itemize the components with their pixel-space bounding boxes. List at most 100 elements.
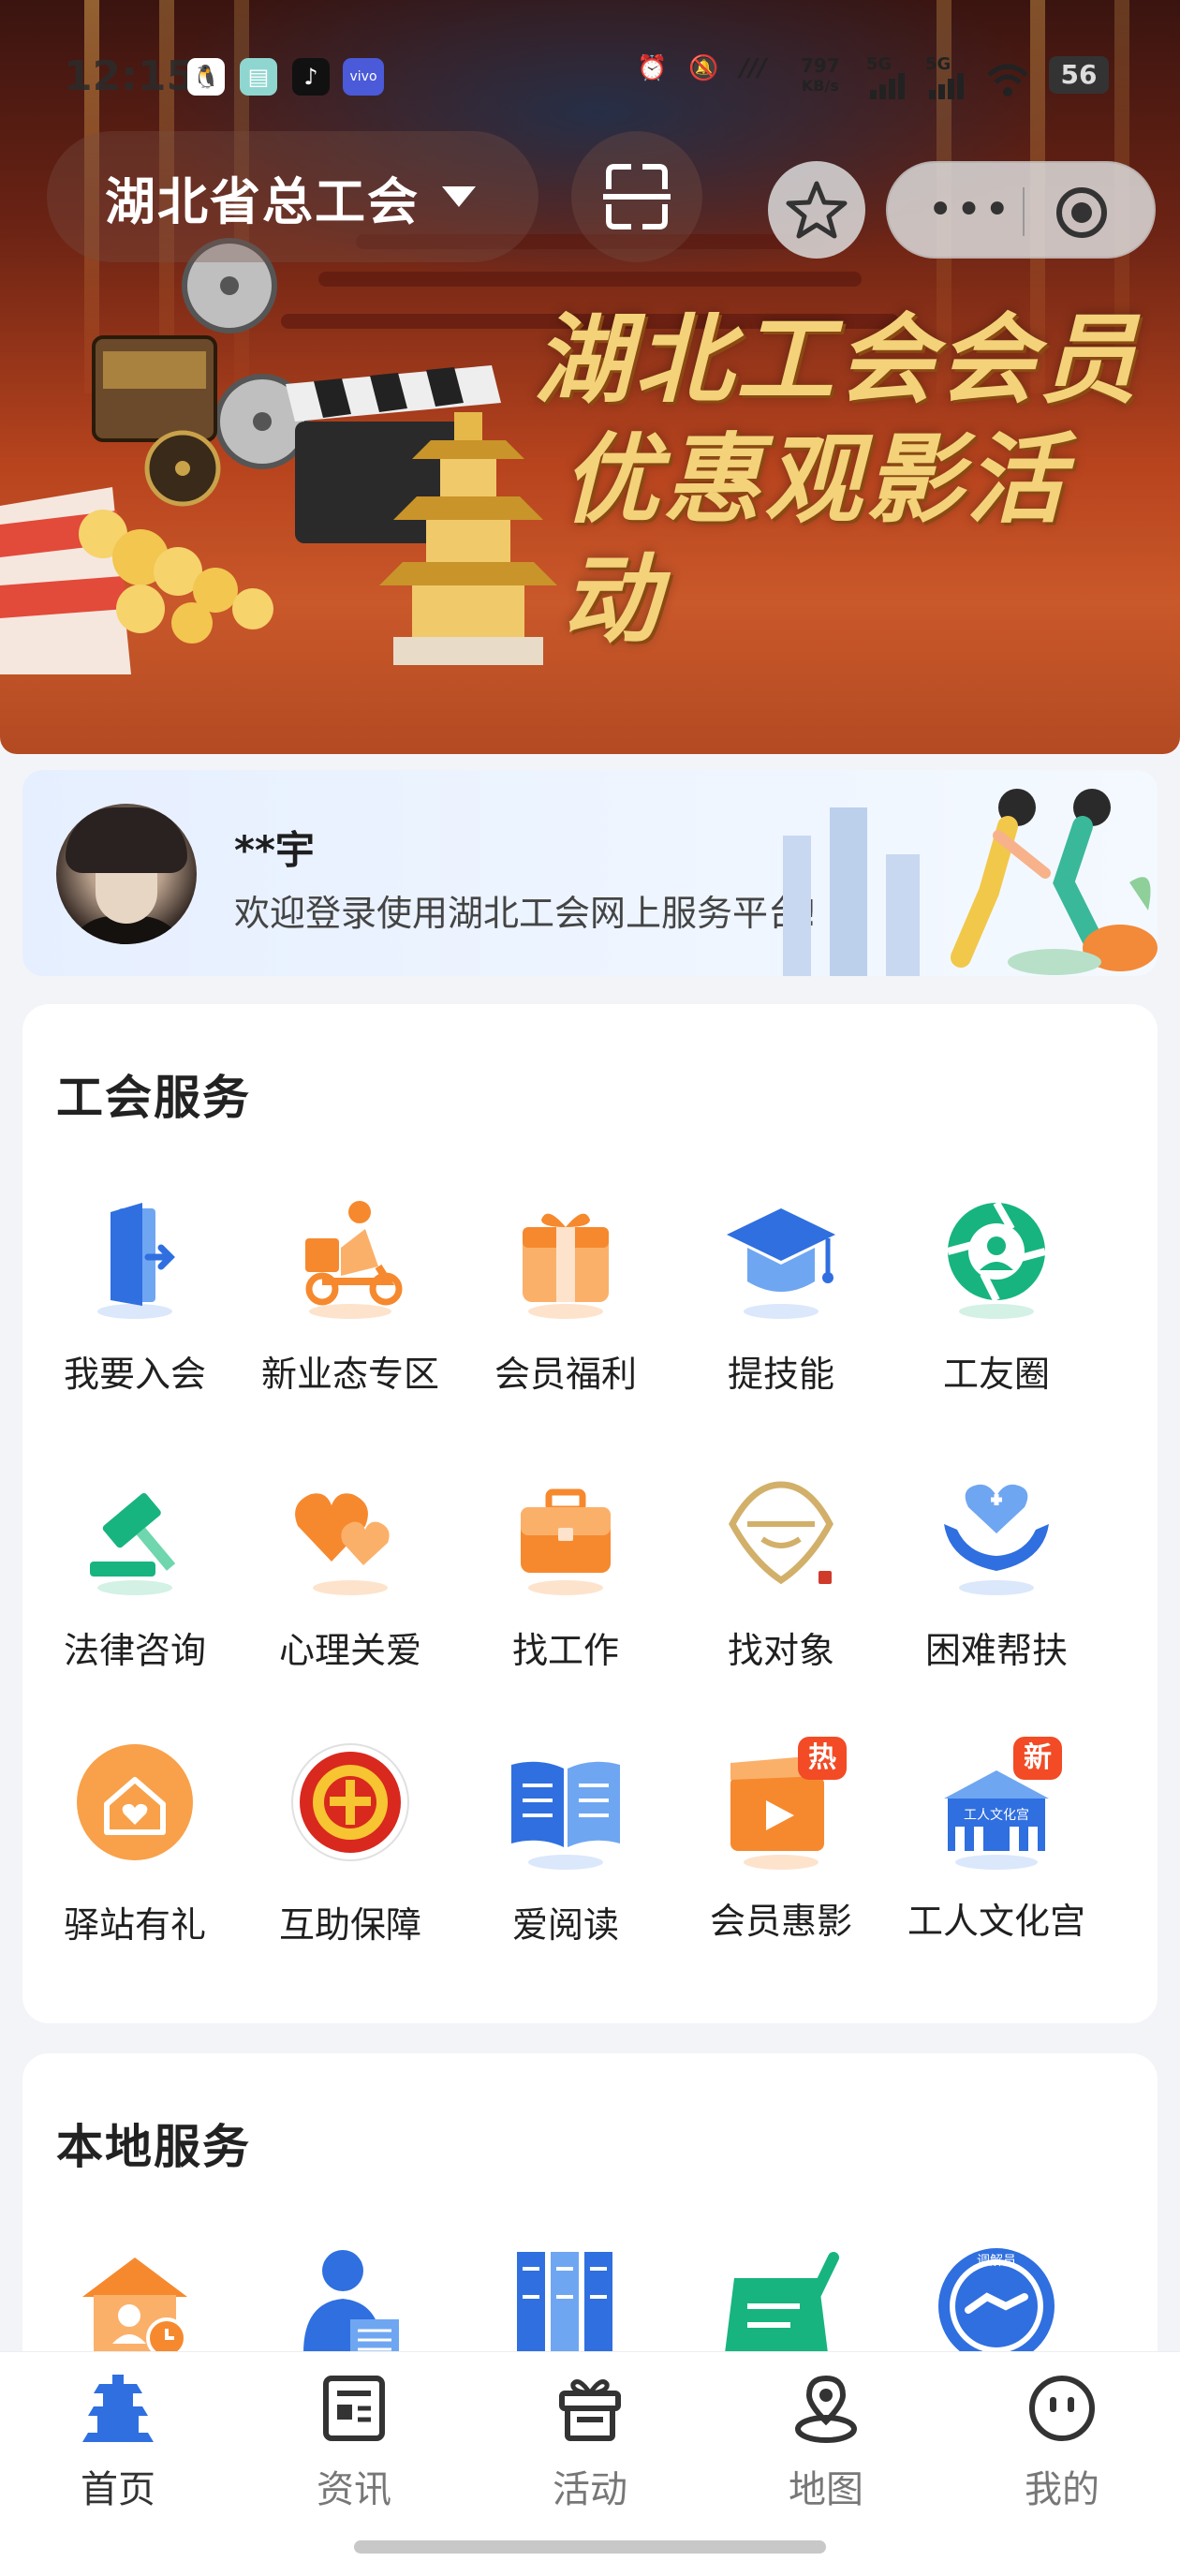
tab-profile[interactable]: 我的 [968,2371,1156,2513]
nav-label: 首页 [81,2468,155,2511]
nav-label: 地图 [789,2468,863,2511]
qq-app-icon: 🐧 [187,58,225,96]
nav-label: 我的 [1025,2468,1099,2511]
service-label: 找工作 [511,1630,619,1671]
gift-icon [559,2379,621,2441]
signal-5g-2: 5G [925,54,951,74]
star-icon [786,181,848,239]
seat-row [318,272,862,287]
camera-aperture-icon [946,1201,1047,1319]
home-indicator[interactable] [354,2540,826,2554]
home-tower-icon [82,2375,154,2442]
alarm-icon: ⏰ [637,54,668,82]
service-coworker-circle[interactable]: 工友圈 [889,1192,1104,1397]
favorite-button[interactable] [768,161,865,259]
avatar[interactable] [56,804,197,944]
network-speed-unit: KB/s [801,77,839,95]
service-find-job[interactable]: 找工作 [458,1468,673,1673]
tab-news[interactable]: 资讯 [260,2371,448,2513]
scan-button[interactable] [571,131,702,262]
banner-title-line2: 优惠观影活动 [562,422,1069,657]
service-culture-palace[interactable]: 工人文化宫 新 工人文化宫 [889,1737,1104,1944]
tab-map[interactable]: 地图 [732,2371,920,2513]
hot-badge: 热 [798,1737,847,1780]
mediator-text: 调解员 [977,2254,1016,2269]
hero-banner[interactable]: 湖北工会会员 优惠观影活动 12:15 🐧 ▤ ♪ vivo ⏰ 🔕 /// 7… [0,0,1180,754]
user-name: **宇 [234,827,315,873]
service-label: 提技能 [727,1354,834,1395]
service-reading[interactable]: 爱阅读 [458,1742,673,1947]
service-station-gift[interactable]: 驿站有礼 [27,1742,243,1947]
house-heart-icon [77,1744,193,1860]
map-pin-icon [795,2375,857,2443]
signal-bars-icon [870,73,905,99]
battery-level: 56 [1049,56,1109,94]
service-label: 驿站有礼 [63,1904,206,1946]
open-book-icon [511,1761,620,1870]
nfc-icon: /// [740,54,767,82]
signal-bars-icon [929,73,964,99]
popcorn-illustration [0,487,273,674]
capsule-divider [1023,187,1025,236]
caret-down-icon [442,186,476,207]
union-services-card: 工会服务 我要入会 新业态专区 会员福利 提技能 工友圈 法律咨询 心理关爱 找… [22,1004,1158,2023]
service-label: 爱阅读 [511,1904,619,1946]
palace-sign: 工人文化宫 [964,1808,1029,1823]
signal-5g-1: 5G [866,54,892,74]
running-people-illustration [783,789,1158,976]
tab-activities[interactable]: 活动 [496,2371,684,2513]
gavel-icon [90,1493,176,1595]
service-skills[interactable]: 提技能 [673,1192,889,1397]
service-label: 找对象 [727,1630,834,1671]
banner-title: 湖北工会会员 优惠观影活动 [534,300,1143,659]
section-title: 工会服务 [56,1071,251,1125]
section-title: 本地服务 [56,2120,251,2174]
service-icon-wrap: 工人文化宫 新 [931,1737,1062,1873]
service-hardship-aid[interactable]: 困难帮扶 [889,1468,1104,1673]
union-selector[interactable]: 湖北省总工会 [47,131,538,262]
graduation-cap-icon [727,1208,835,1319]
status-time: 12:15 [64,52,196,100]
matchmaking-logo-icon [729,1481,833,1585]
service-label: 新业态专区 [260,1354,439,1395]
welcome-message: 欢迎登录使用湖北工会网上服务平台! [234,893,819,934]
more-menu-button[interactable]: ••• [927,184,1012,236]
avatar-hair [66,807,187,873]
briefcase-icon [521,1488,611,1595]
close-miniprogram-button[interactable] [1056,187,1107,238]
banner-title-line1: 湖北工会会员 [534,302,1142,417]
service-legal-consult[interactable]: 法律咨询 [27,1468,243,1673]
nav-label: 活动 [553,2468,627,2511]
message-app-icon: ▤ [240,58,277,96]
service-label: 困难帮扶 [924,1630,1068,1671]
news-icon [323,2376,385,2441]
service-label: 我要入会 [63,1354,206,1395]
service-find-partner[interactable]: 找对象 [673,1468,889,1673]
wifi-icon [987,64,1028,96]
service-new-business[interactable]: 新业态专区 [243,1192,458,1397]
door-icon [97,1203,175,1319]
nav-label: 资讯 [317,2468,391,2511]
service-join-union[interactable]: 我要入会 [27,1192,243,1397]
service-label: 会员惠影 [709,1901,852,1942]
gift-box-icon [523,1213,609,1319]
tab-home[interactable]: 首页 [24,2371,212,2513]
miniprogram-capsule: ••• [886,161,1156,259]
service-label: 工人文化宫 [907,1901,1085,1942]
scan-icon [603,164,671,229]
service-member-welfare[interactable]: 会员福利 [458,1192,673,1397]
service-label: 互助保障 [278,1904,421,1946]
new-badge: 新 [1013,1737,1062,1780]
service-mutual-insurance[interactable]: 互助保障 [243,1742,458,1947]
delivery-scooter-icon [305,1201,403,1319]
service-label: 工友圈 [942,1354,1050,1395]
union-name: 湖北省总工会 [105,171,420,231]
welcome-card[interactable]: **宇 欢迎登录使用湖北工会网上服务平台! [22,770,1158,976]
service-mental-care[interactable]: 心理关爱 [243,1468,458,1673]
vivo-app-icon: vivo [343,58,384,96]
service-label: 心理关爱 [278,1630,421,1671]
hearts-icon [295,1493,390,1595]
service-member-movies[interactable]: 热 会员惠影 [673,1737,889,1944]
network-speed: 797 KB/s [801,56,840,96]
helping-hands-icon [944,1484,1049,1595]
